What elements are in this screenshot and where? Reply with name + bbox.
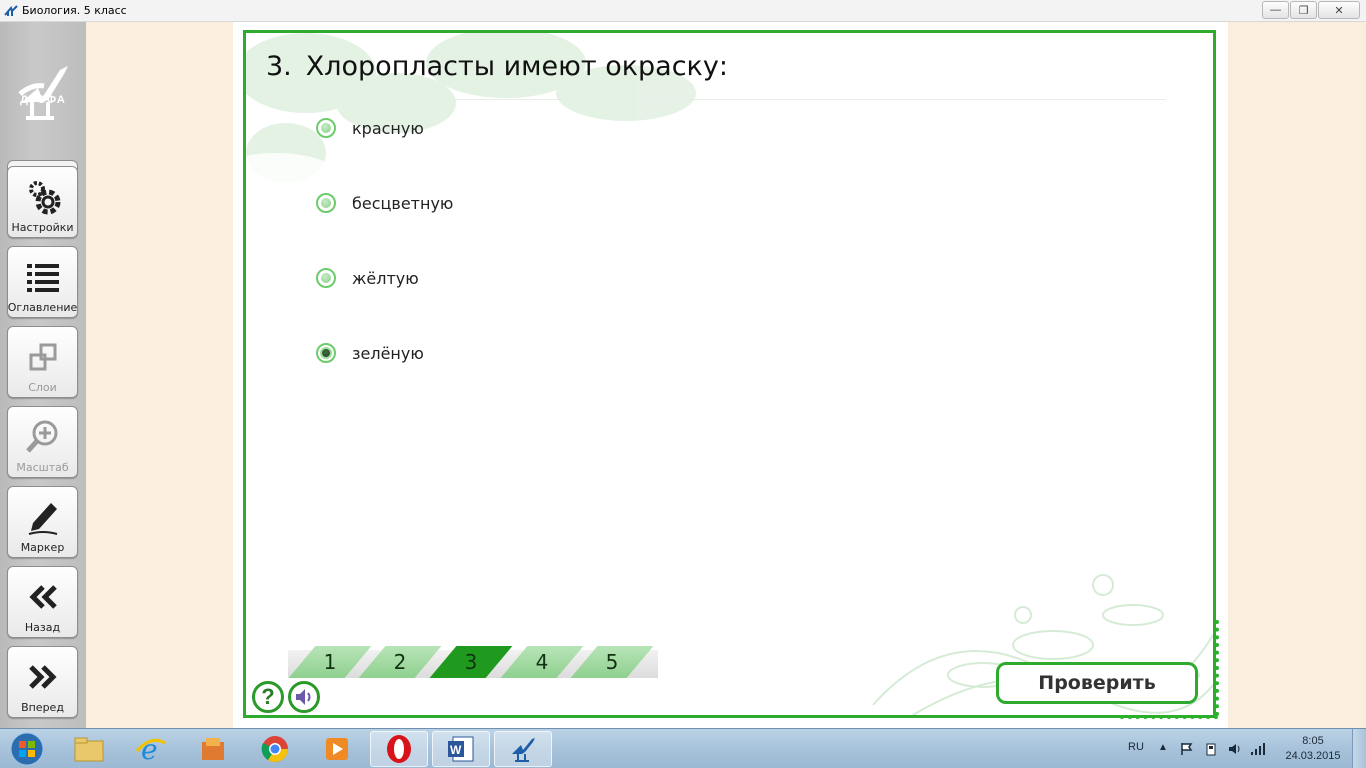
volume-icon[interactable] (1228, 742, 1242, 756)
layers-icon (29, 343, 56, 371)
tool-sidebar: ДРОФА Настройки Оглавление Слои Масштаб … (0, 22, 86, 728)
taskbar-ie[interactable]: e (122, 731, 180, 767)
chrome-icon (261, 736, 289, 763)
restore-icon: ❐ (1298, 4, 1309, 17)
answer-option[interactable]: бесцветную (316, 192, 453, 214)
marker-label: Маркер (20, 541, 65, 554)
window-controls: — ❐ ✕ (1261, 1, 1360, 19)
answer-label: красную (352, 118, 424, 138)
signal-icon[interactable] (1250, 742, 1266, 756)
question-label: Хлоропласты имеют окраску: (305, 51, 728, 82)
taskbar-opera[interactable] (370, 731, 428, 767)
radio-dot (321, 198, 331, 208)
double-chevron-left-icon (28, 585, 57, 609)
answer-option[interactable]: красную (316, 117, 424, 139)
question-mark-icon: ? (261, 684, 275, 709)
radio-dot (321, 273, 331, 283)
windows-taskbar: e W RU ▲ 8:05 24.03.2015 (0, 728, 1366, 768)
question-text: 3. Хлоропласты имеют окраску: (266, 51, 728, 82)
quiz-panel: 3. Хлоропласты имеют окраску: красную бес… (243, 30, 1216, 718)
forward-label: Вперед (21, 701, 64, 714)
dotted-border-right (1213, 620, 1219, 716)
clock-date: 24.03.2015 (1285, 750, 1341, 762)
list-icon (26, 264, 59, 292)
step-label: 4 (535, 650, 549, 674)
layers-button[interactable]: Слои (7, 326, 78, 398)
taskbar-word[interactable]: W (432, 731, 490, 767)
opera-icon (387, 735, 411, 763)
language-indicator[interactable]: RU (1128, 741, 1144, 753)
settings-label: Настройки (11, 221, 74, 234)
svg-text:W: W (450, 743, 462, 757)
question-number: 3. (266, 51, 292, 82)
taskbar-media[interactable] (308, 731, 366, 767)
app-icon (202, 738, 224, 760)
drofa-logo (18, 66, 68, 120)
radio-button[interactable] (316, 193, 336, 213)
answer-label: жёлтую (352, 268, 419, 288)
minimize-button[interactable]: — (1262, 1, 1289, 19)
logo-text: ДРОФА (20, 94, 66, 106)
zoom-button[interactable]: Масштаб (7, 406, 78, 478)
step-label: 2 (393, 650, 407, 674)
question-stepper: 1 2 3 4 5 (288, 644, 658, 678)
internet-explorer-icon: e (135, 733, 166, 765)
step-label: 5 (605, 650, 619, 674)
radio-dot (321, 123, 331, 133)
taskbar-drofa[interactable] (494, 731, 552, 767)
contents-label: Оглавление (7, 301, 78, 314)
double-chevron-right-icon (28, 665, 57, 689)
step-label: 3 (464, 650, 478, 674)
back-button[interactable]: Назад (7, 566, 78, 638)
system-clock[interactable]: 8:05 24.03.2015 (1280, 734, 1346, 764)
window-titlebar: Биология. 5 класс — ❐ ✕ (0, 0, 1366, 22)
radio-button[interactable] (316, 118, 336, 138)
marker-button[interactable]: Маркер (7, 486, 78, 558)
file-explorer-icon (74, 737, 104, 762)
question-underline (376, 99, 1166, 100)
device-icon[interactable] (1204, 742, 1218, 756)
tray-expand-icon[interactable]: ▲ (1158, 742, 1168, 753)
restore-button[interactable]: ❐ (1290, 1, 1317, 19)
help-button[interactable]: ? (252, 681, 284, 713)
layers-label: Слои (28, 381, 57, 394)
app-logo-icon (4, 5, 18, 16)
marker-icon (28, 503, 57, 535)
contents-button[interactable]: Оглавление (7, 246, 78, 318)
gear-icon (28, 181, 60, 215)
clock-time: 8:05 (1302, 735, 1324, 747)
windows-start-icon (10, 732, 44, 766)
minimize-icon: — (1270, 4, 1281, 16)
close-button[interactable]: ✕ (1318, 1, 1360, 19)
forward-button[interactable]: Вперед (7, 646, 78, 718)
flag-icon[interactable] (1180, 742, 1194, 756)
radio-button[interactable] (316, 268, 336, 288)
taskbar-app[interactable] (184, 731, 242, 767)
zoom-icon (25, 420, 57, 453)
check-answer-button[interactable]: Проверить (996, 662, 1198, 704)
speaker-icon (296, 689, 311, 705)
answer-option[interactable]: жёлтую (316, 267, 419, 289)
media-player-icon (326, 738, 348, 760)
radio-button-selected[interactable] (316, 343, 336, 363)
svg-text:e: e (141, 733, 158, 765)
show-desktop-button[interactable] (1352, 729, 1366, 768)
sound-button[interactable] (288, 681, 320, 713)
step-label: 1 (323, 650, 337, 674)
word-icon: W (448, 736, 474, 762)
radio-dot (322, 349, 330, 357)
answer-label: бесцветную (352, 193, 454, 213)
answer-option[interactable]: зелёную (316, 342, 424, 364)
window-title: Биология. 5 класс (22, 4, 127, 17)
drofa-app-icon (512, 738, 535, 762)
taskbar-chrome[interactable] (246, 731, 304, 767)
back-label: Назад (24, 621, 61, 634)
start-button[interactable] (3, 731, 51, 767)
settings-button[interactable]: Настройки (7, 166, 78, 238)
answer-label: зелёную (352, 343, 424, 363)
close-icon: ✕ (1334, 4, 1344, 17)
taskbar-explorer[interactable] (60, 731, 118, 767)
zoom-label: Масштаб (16, 461, 69, 474)
dotted-border-bottom (1120, 714, 1218, 719)
